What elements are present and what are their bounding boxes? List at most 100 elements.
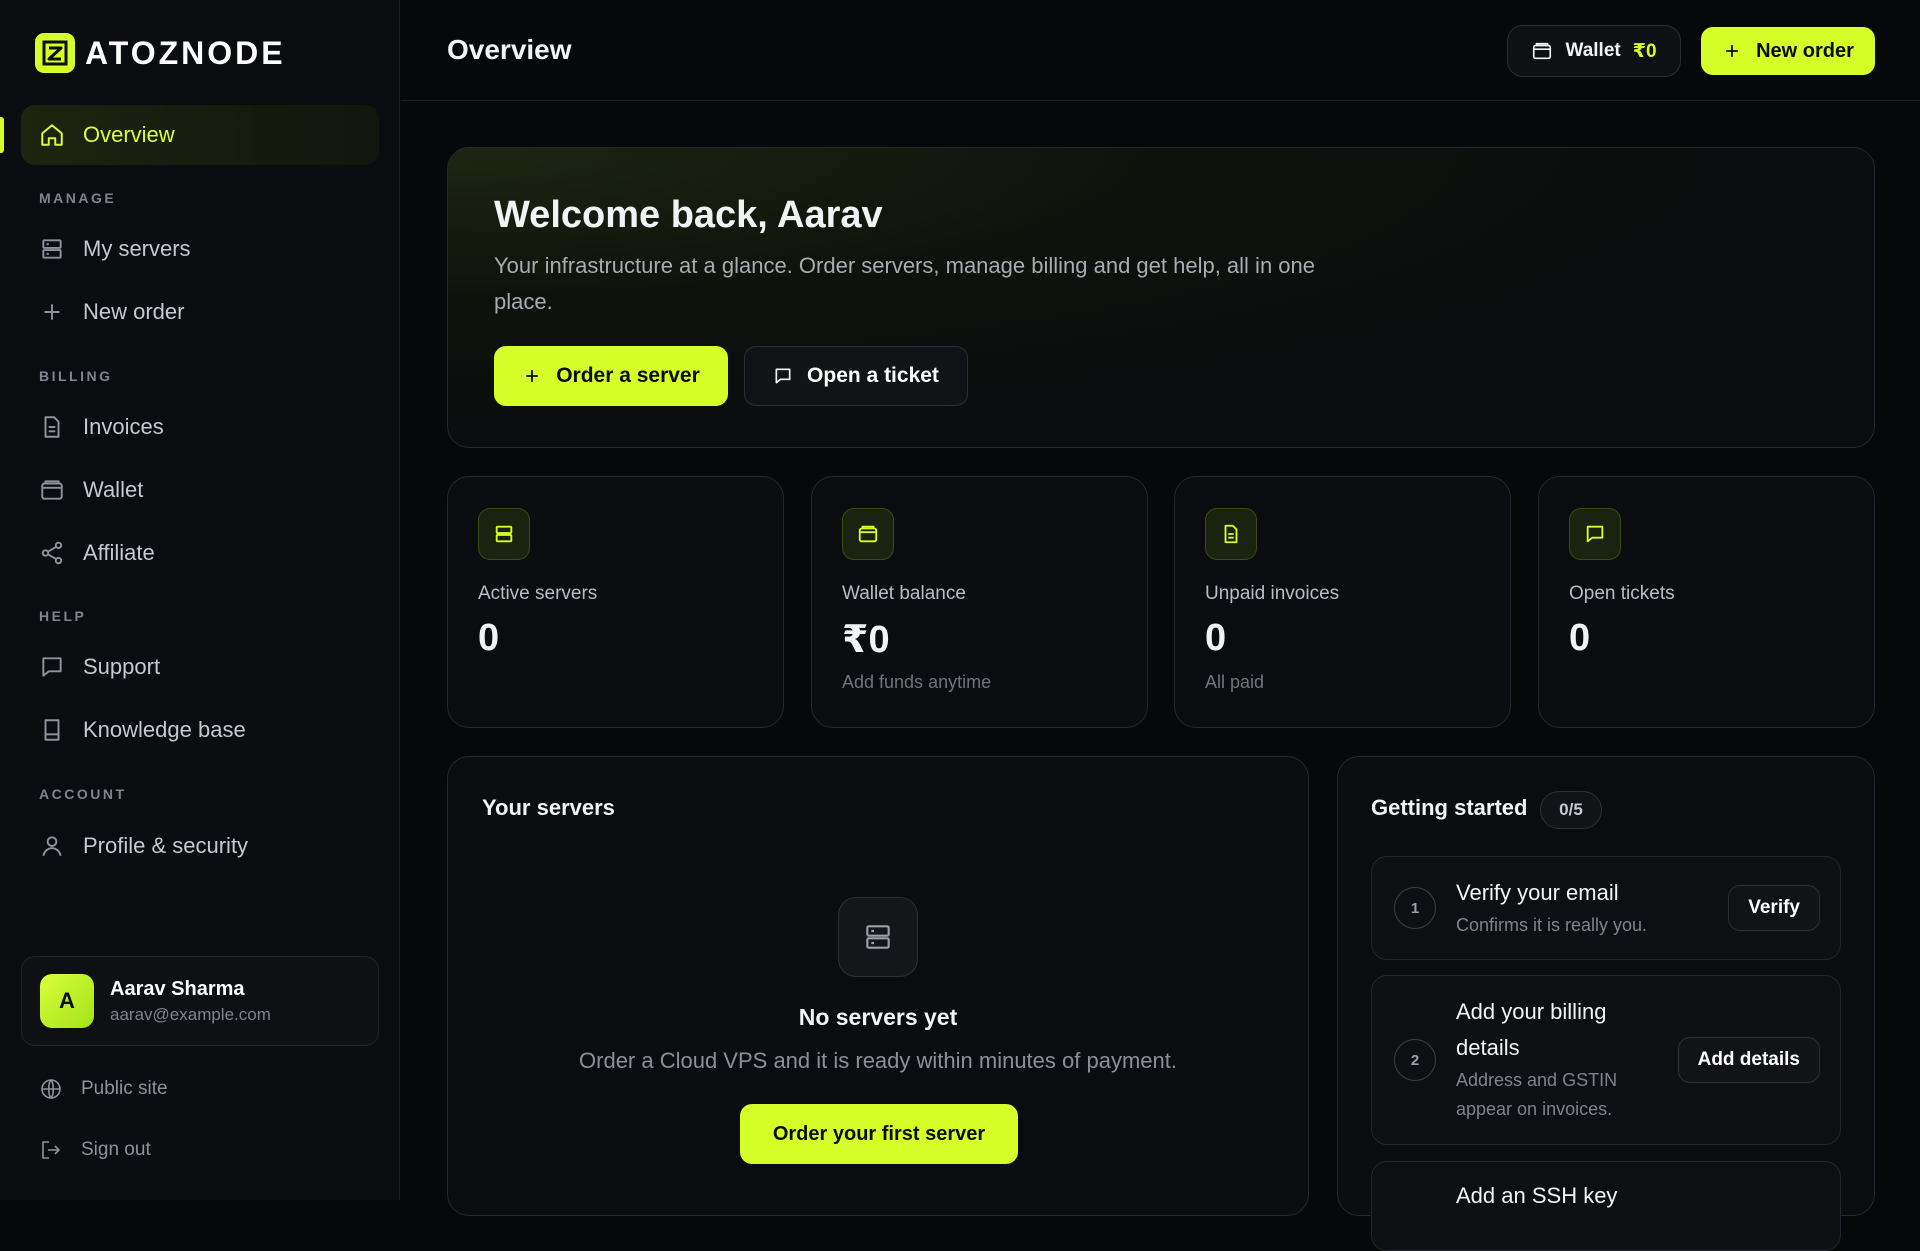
wallet-amount: ₹0 [1632, 40, 1657, 62]
public-site-label: Public site [81, 1078, 168, 1099]
order-server-button[interactable]: Order a server [494, 346, 728, 406]
step-number: 2 [1394, 1039, 1436, 1081]
section-label-billing: BILLING [39, 368, 113, 384]
progress-badge: 0/5 [1540, 791, 1602, 829]
sidebar-item-label: Profile & security [83, 833, 249, 858]
order-first-server-button[interactable]: Order your first server [740, 1104, 1018, 1164]
sign-out-link[interactable]: Sign out [39, 1138, 151, 1162]
servers-title: Your servers [482, 795, 615, 820]
sidebar-item-overview[interactable]: Overview [21, 105, 379, 165]
getting-started-panel: Getting started 0/5 1 Verify your email … [1337, 756, 1875, 1251]
brand-logo[interactable]: ATOZNODE [35, 33, 286, 73]
topbar: Overview Wallet ₹0 New order [401, 0, 1920, 101]
sidebar-item-new-order[interactable]: New order [21, 282, 379, 342]
step-title: Add your billing details [1456, 999, 1607, 1060]
share-icon [41, 541, 63, 565]
sidebar-item-label: My servers [83, 236, 191, 261]
order-server-label: Order a server [556, 364, 700, 387]
stat-card-active-servers: Active servers 0 [447, 476, 784, 728]
step-title: Verify your email [1456, 880, 1619, 905]
stat-label: Wallet balance [842, 583, 966, 604]
section-label-manage: MANAGE [39, 190, 117, 206]
sidebar-item-support[interactable]: Support [21, 637, 379, 697]
user-name: Aarav Sharma [110, 977, 245, 1000]
section-label-help: HELP [39, 608, 87, 624]
home-icon [41, 124, 63, 146]
plus-icon [1726, 45, 1738, 57]
step-ssh-key: Add an SSH key [1371, 1161, 1841, 1251]
page-title: Overview [447, 34, 572, 65]
book-icon [44, 719, 60, 741]
stat-card-open-tickets: Open tickets 0 [1538, 476, 1875, 728]
new-order-button[interactable]: New order [1701, 27, 1875, 75]
user-icon [42, 836, 62, 857]
sign-out-label: Sign out [81, 1139, 151, 1160]
stat-value: 0 [478, 617, 500, 659]
empty-state-title: No servers yet [798, 1004, 958, 1030]
empty-state-text: Order a Cloud VPS and it is ready within… [579, 1048, 1177, 1073]
server-icon [838, 897, 918, 977]
open-ticket-label: Open a ticket [807, 364, 939, 387]
invoice-icon [44, 416, 60, 438]
sidebar-item-label: Overview [83, 122, 175, 147]
welcome-title: Welcome back, Aarav [494, 194, 883, 236]
stat-value: 0 [1569, 617, 1591, 659]
avatar: A [40, 974, 94, 1028]
brand-name: ATOZNODE [85, 34, 286, 71]
sidebar: ATOZNODE Overview MANAGE My servers New … [0, 0, 400, 1200]
chat-icon [42, 657, 62, 677]
wallet-label: Wallet [1565, 40, 1621, 61]
sidebar-item-label: Knowledge base [83, 717, 246, 742]
sidebar-item-label: New order [83, 299, 185, 324]
sidebar-item-invoices[interactable]: Invoices [21, 397, 379, 457]
sidebar-item-label: Support [83, 654, 161, 679]
sidebar-item-label: Wallet [83, 477, 144, 502]
wallet-icon [842, 508, 894, 560]
invoice-icon [1205, 508, 1257, 560]
stat-label: Open tickets [1569, 583, 1675, 604]
plus-icon [44, 304, 60, 320]
public-site-link[interactable]: Public site [39, 1077, 168, 1101]
sidebar-item-my-servers[interactable]: My servers [21, 219, 379, 279]
active-indicator [0, 117, 4, 153]
user-email: aarav@example.com [110, 1004, 271, 1024]
sidebar-item-affiliate[interactable]: Affiliate [21, 523, 379, 583]
step-desc: Address and GSTIN appear on invoices. [1456, 1070, 1618, 1119]
user-card[interactable]: A Aarav Sharma aarav@example.com [21, 956, 379, 1046]
welcome-card: Welcome back, Aarav Your infrastructure … [447, 147, 1875, 448]
verify-button[interactable]: Verify [1728, 885, 1820, 931]
welcome-text: Your infrastructure at a glance. Order s… [494, 253, 1315, 314]
step-title: Add an SSH key [1456, 1183, 1618, 1208]
getting-started-title: Getting started [1371, 795, 1528, 820]
add-details-button[interactable]: Add details [1677, 1037, 1820, 1083]
stat-value: 0 [1205, 617, 1227, 659]
chat-icon [1569, 508, 1621, 560]
new-order-label: New order [1756, 39, 1854, 62]
sidebar-item-profile-security[interactable]: Profile & security [21, 816, 379, 876]
server-icon [478, 508, 530, 560]
globe-icon [41, 1079, 61, 1099]
plus-icon [526, 370, 539, 382]
step-number: 1 [1394, 887, 1436, 929]
logo-mark-icon [35, 33, 75, 73]
stat-card-unpaid-invoices: Unpaid invoices 0 All paid [1174, 476, 1511, 728]
sidebar-item-wallet[interactable]: Wallet [21, 460, 379, 520]
sign-out-icon [42, 1141, 60, 1159]
sidebar-item-label: Affiliate [83, 540, 155, 565]
wallet-button[interactable]: Wallet ₹0 [1507, 25, 1681, 77]
server-icon [42, 239, 62, 259]
sidebar-item-knowledge-base[interactable]: Knowledge base [21, 700, 379, 760]
stat-sub: All paid [1205, 672, 1265, 692]
stat-label: Active servers [478, 583, 598, 604]
open-ticket-button[interactable]: Open a ticket [744, 346, 968, 406]
chat-icon [775, 368, 791, 384]
stat-value: ₹0 [842, 619, 890, 661]
wallet-icon [1533, 42, 1552, 60]
step-desc: Confirms it is really you. [1456, 915, 1648, 935]
servers-panel: Your servers No servers yet Order a Clou… [447, 756, 1309, 1216]
section-label-account: ACCOUNT [39, 786, 127, 802]
step-billing-details: 2 Add your billing details Address and G… [1371, 975, 1841, 1145]
stat-sub: Add funds anytime [842, 672, 992, 692]
step-verify-email: 1 Verify your email Confirms it is reall… [1371, 856, 1841, 960]
sidebar-item-label: Invoices [83, 414, 164, 439]
